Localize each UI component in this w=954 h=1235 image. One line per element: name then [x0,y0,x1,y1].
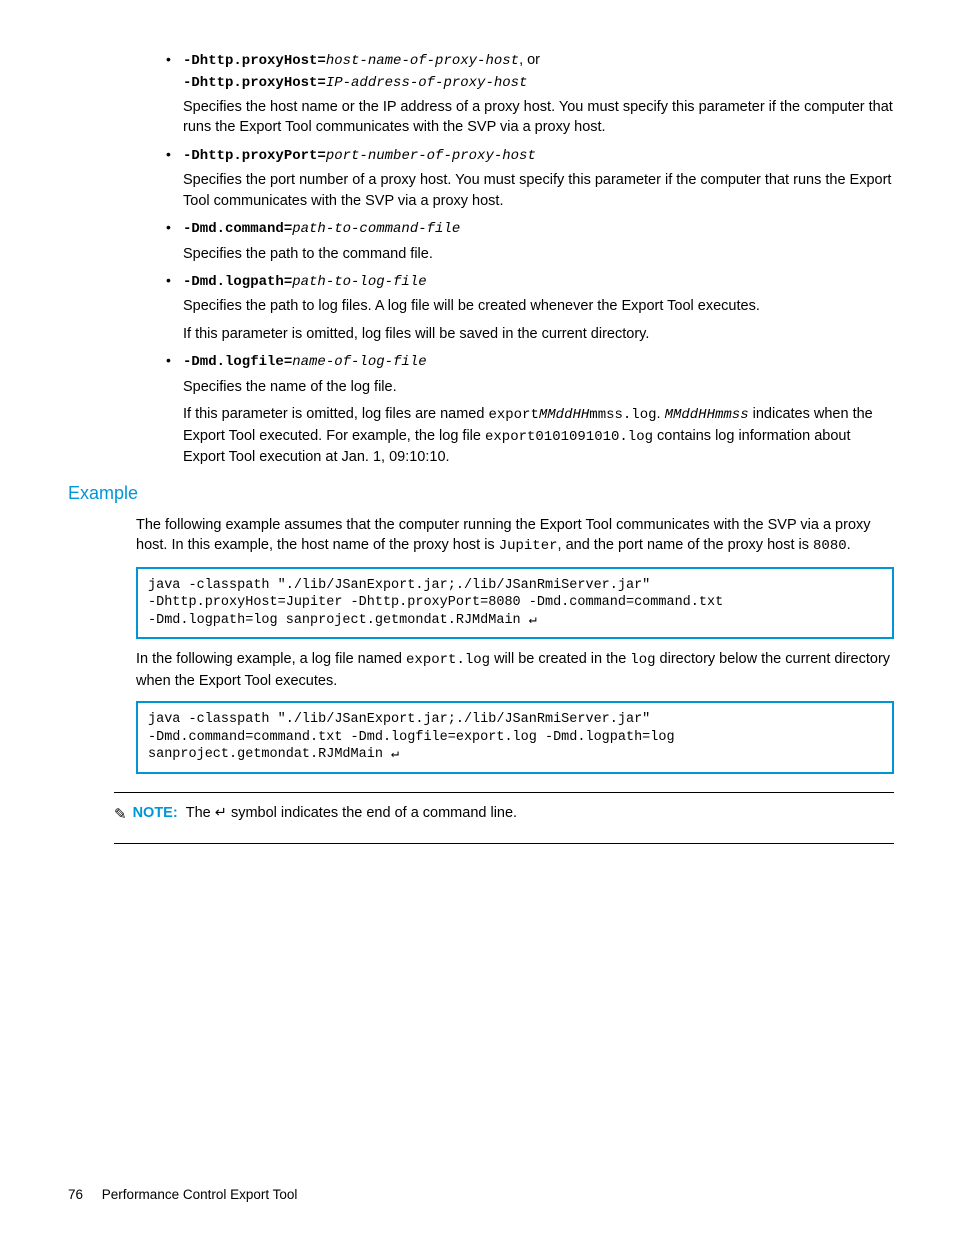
parameter-syntax: -Dmd.command=path-to-command-file [183,218,894,240]
parameter-syntax: -Dhttp.proxyPort=port-number-of-proxy-ho… [183,145,894,167]
note-label: NOTE: [133,805,178,821]
parameter-description: If this parameter is omitted, log files … [183,404,894,467]
example-intro: The following example assumes that the c… [136,515,894,557]
parameter-item: -Dmd.logfile=name-of-log-file Specifies t… [183,351,894,467]
parameter-description: Specifies the name of the log file. [183,377,894,397]
parameter-item: -Dmd.command=path-to-command-file Specifi… [183,218,894,264]
parameter-description: Specifies the path to the command file. [183,244,894,264]
parameter-syntax: -Dhttp.proxyHost=host-name-of-proxy-host… [183,50,894,93]
parameter-description: Specifies the path to log files. A log f… [183,296,894,316]
parameter-item: -Dhttp.proxyHost=host-name-of-proxy-host… [183,50,894,138]
footer-title: Performance Control Export Tool [102,1187,298,1202]
parameter-syntax: -Dmd.logpath=path-to-log-file [183,271,894,293]
code-block-2: java -classpath "./lib/JSanExport.jar;./… [136,701,894,774]
example-heading: Example [68,481,894,506]
page-number: 76 [68,1187,83,1202]
parameter-syntax: -Dmd.logfile=name-of-log-file [183,351,894,373]
parameter-description: Specifies the host name or the IP addres… [183,97,894,138]
parameter-list: -Dhttp.proxyHost=host-name-of-proxy-host… [68,50,894,467]
parameter-item: -Dhttp.proxyPort=port-number-of-proxy-ho… [183,145,894,211]
note-separator-bottom [114,843,894,844]
parameter-description: If this parameter is omitted, log files … [183,324,894,344]
code-block-1: java -classpath "./lib/JSanExport.jar;./… [136,567,894,640]
page-footer: 76 Performance Control Export Tool [68,1186,297,1205]
note-icon: ✎ [114,804,127,825]
parameter-item: -Dmd.logpath=path-to-log-file Specifies t… [183,271,894,344]
example-mid: In the following example, a log file nam… [136,649,894,691]
parameter-description: Specifies the port number of a proxy hos… [183,170,894,211]
note-separator-top [114,792,894,793]
note-row: ✎ NOTE: The ↵ symbol indicates the end o… [114,803,894,825]
note-text: The ↵ symbol indicates the end of a comm… [186,805,517,821]
